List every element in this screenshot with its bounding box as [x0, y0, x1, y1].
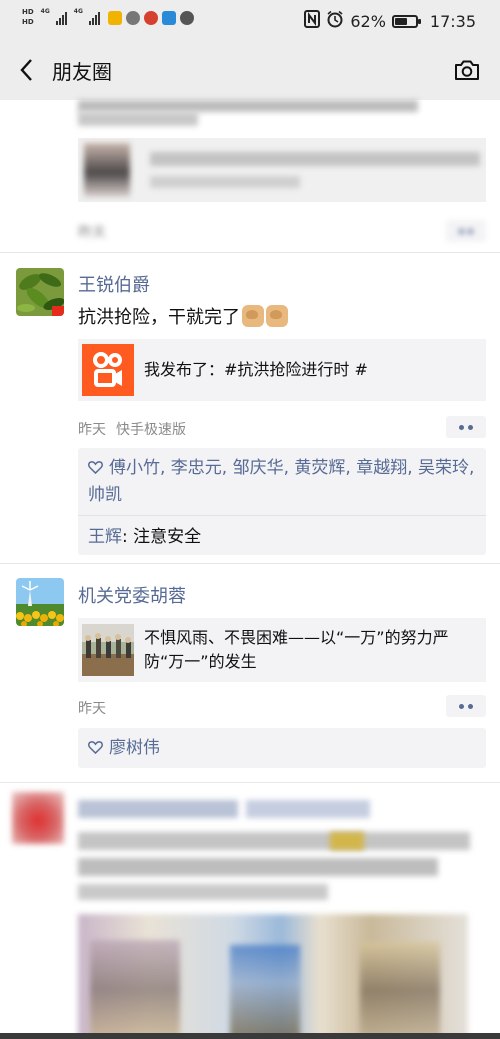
comment[interactable]: 王辉: 注意安全 [78, 515, 486, 555]
blurred-thumbnail [84, 143, 130, 197]
likes-list: 廖树伟 [78, 728, 486, 768]
blurred-link-card [78, 138, 486, 202]
chat-bubble-icon [179, 10, 194, 25]
avatar[interactable] [16, 268, 64, 316]
more-button[interactable] [446, 695, 486, 717]
blurred-user-name [78, 800, 238, 818]
flag-badge-icon [52, 306, 64, 316]
likes-list: 傅小竹, 李忠元, 邹庆华, 黄荧辉, 章越翔, 吴荣玲, 帅凯 [78, 448, 486, 515]
status-bar: HD HD 4G 4G 62% 17:35 [0, 0, 500, 40]
blurred-image [360, 942, 440, 1039]
user-name[interactable]: 王锐伯爵 [78, 271, 150, 297]
blurred-text [78, 100, 418, 112]
heart-icon [88, 461, 103, 474]
network-type-label: 4G [40, 8, 50, 15]
kuaishou-icon [82, 344, 134, 396]
comment-user[interactable]: 王辉 [88, 527, 122, 547]
divider [0, 252, 500, 253]
message-send-icon [161, 10, 176, 25]
blurred-text [330, 832, 364, 850]
link-card-title-line-1: 不惧风雨、不畏困难——以“一万”的努力严 [144, 628, 449, 647]
nav-bar: 朋友圈 [0, 40, 500, 100]
link-card[interactable]: 我发布了：#抗洪抢险进行时 # [78, 339, 486, 401]
blurred-image [90, 940, 180, 1039]
interaction-panel: 傅小竹, 李忠元, 邹庆华, 黄荧辉, 章越翔, 吴荣玲, 帅凯 王辉: 注意安… [78, 448, 486, 555]
user-name[interactable]: 机关党委胡蓉 [78, 582, 186, 608]
blurred-user-name [246, 800, 370, 818]
wechat-icon [125, 10, 140, 25]
battery-fill [394, 17, 407, 25]
signal-icon [55, 11, 67, 25]
battery-icon [391, 14, 421, 28]
battery-percent: 62% [350, 11, 386, 31]
divider [0, 782, 500, 783]
alarm-icon [326, 10, 344, 32]
status-left-icons: HD HD 4G 4G [22, 8, 194, 27]
post-time: 昨天 [78, 225, 106, 241]
status-right-icons: 62% 17:35 [304, 10, 476, 32]
blurred-text [150, 152, 480, 166]
network-type-label: 4G [73, 8, 83, 15]
comment-text: : 注意安全 [122, 527, 202, 547]
likes-names[interactable]: 傅小竹, 李忠元, 邹庆华, 黄荧辉, 章越翔, 吴荣玲, 帅凯 [88, 458, 474, 505]
post-meta: 昨天 快手极速版 [78, 419, 186, 439]
link-card-title: 我发布了：#抗洪抢险进行时 # [144, 360, 368, 379]
link-card[interactable]: 不惧风雨、不畏困难——以“一万”的努力严 防“万一”的发生 [78, 618, 486, 682]
heart-icon [88, 741, 103, 754]
page-title: 朋友圈 [52, 60, 112, 84]
flexed-biceps-icon [242, 305, 288, 327]
link-card-thumbnail [82, 624, 134, 676]
message-app-icon [107, 10, 122, 25]
post-time: 昨天 [78, 701, 106, 717]
blurred-text [78, 884, 328, 900]
camera-icon[interactable] [454, 58, 480, 82]
interaction-panel: 廖树伟 [78, 728, 486, 768]
post-text: 抗洪抢险，干就完了 [78, 303, 288, 329]
likes-names[interactable]: 廖树伟 [109, 738, 160, 758]
more-button[interactable] [446, 416, 486, 438]
blurred-avatar [12, 792, 64, 844]
blurred-text [78, 112, 198, 126]
nfc-icon [304, 10, 321, 32]
link-card-title-line-2: 防“万一”的发生 [144, 652, 257, 671]
post-text-content: 抗洪抢险，干就完了 [78, 307, 240, 328]
source-app[interactable]: 快手极速版 [116, 422, 186, 438]
blurred-text [78, 832, 470, 850]
divider [0, 563, 500, 564]
more-button[interactable] [446, 220, 486, 242]
hd-indicator: HD [22, 18, 34, 26]
avatar[interactable] [16, 578, 64, 626]
post-time: 昨天 [78, 422, 106, 438]
back-chevron-icon[interactable] [16, 57, 40, 83]
signal-icon [88, 11, 100, 25]
blurred-text [150, 176, 300, 188]
clock-time: 17:35 [429, 11, 476, 31]
bottom-edge-bar [0, 1033, 500, 1039]
blurred-image [230, 945, 300, 1039]
hd-indicator: HD [22, 8, 34, 16]
blurred-text [78, 858, 438, 876]
browser-icon [143, 10, 158, 25]
